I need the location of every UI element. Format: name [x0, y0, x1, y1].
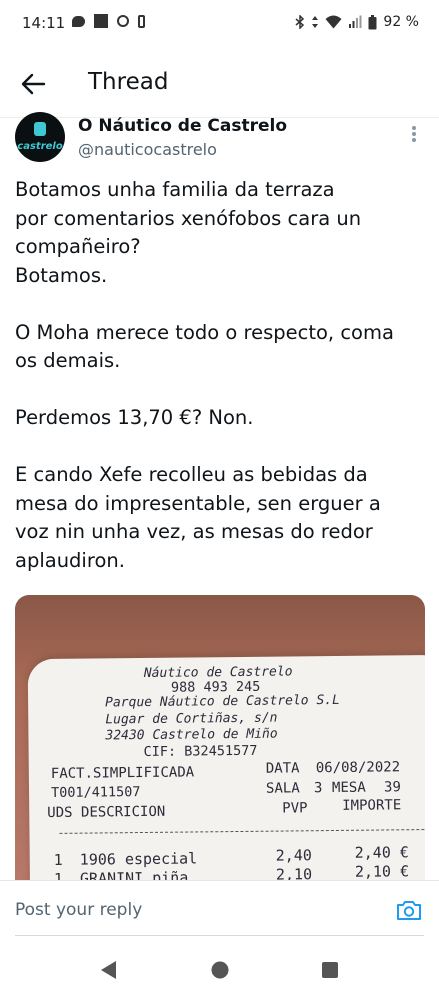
- tweet-text: Botamos unha familia da terraza por come…: [15, 176, 425, 604]
- triangle-back-icon[interactable]: [99, 959, 119, 981]
- reply-input[interactable]: Post your reply: [15, 900, 142, 920]
- bluetooth-icon: [295, 15, 305, 29]
- receipt-mesa: 39: [383, 779, 401, 796]
- data-arrows-icon: [312, 16, 319, 28]
- author-name[interactable]: O Náutico de Castrelo: [78, 116, 287, 136]
- tweet-line: Botamos.: [15, 263, 108, 287]
- wifi-icon: [325, 15, 342, 29]
- receipt-doc-type: FACT.SIMPLIFICADA: [50, 764, 195, 782]
- message-notification-icon: [72, 15, 85, 27]
- receipt-item-importe: 2,10 €: [354, 862, 410, 881]
- tweet-line: aplaudiron.: [15, 548, 125, 572]
- receipt-item-desc: 1906 especial: [79, 849, 198, 869]
- receipt-item-uds: 1: [53, 850, 63, 869]
- receipt-col-pvp: PVP: [282, 800, 308, 817]
- tweet-line: por comentarios xenófobos cara un: [15, 206, 362, 230]
- status-bar: 14:11 92 %: [0, 0, 439, 48]
- system-icons: 92 %: [295, 14, 419, 30]
- notification-icons: [72, 14, 145, 28]
- tweet-line: voz nin unha vez, as mesas do redor: [15, 520, 373, 543]
- reply-underline: [15, 935, 424, 936]
- avatar-logo-text: castrelo: [17, 141, 63, 152]
- reply-bar: Post your reply: [0, 880, 439, 939]
- camera-icon[interactable]: [396, 899, 422, 921]
- logo-mark-icon: [34, 122, 46, 136]
- tweet-paragraph: Perdemos 13,70 €? Non.: [15, 404, 425, 433]
- status-time: 14:11: [22, 14, 66, 32]
- tweet-line: os demais.: [15, 349, 121, 372]
- receipt-date-label: DATA: [265, 760, 300, 777]
- signal-icon: [349, 15, 362, 28]
- tweet-line: compañeiro?: [15, 235, 141, 258]
- tweet-line: mesa do impresentable, sen erguer a: [15, 491, 381, 515]
- author-handle[interactable]: @nauticocastrelo: [78, 140, 217, 159]
- tweet-line: Botamos unha familia da terraza: [15, 178, 335, 201]
- tweet-paragraph: O Moha merece todo o respecto, coma os d…: [15, 319, 425, 376]
- receipt-address1: Lugar de Cortiñas, s/n: [105, 710, 278, 728]
- receipt-item-pvp: 2,40: [275, 846, 312, 865]
- receipt-date: 06/08/2022: [315, 759, 401, 777]
- receipt-cif: CIF: B32451577: [143, 742, 258, 760]
- receipt-divider: [59, 828, 425, 834]
- receipt-col-importe: IMPORTE: [342, 797, 402, 814]
- tweet-line: E cando Xefe recolleu as bebidas da: [15, 463, 368, 486]
- battery-icon: [368, 14, 377, 29]
- avatar[interactable]: castrelo: [15, 112, 65, 162]
- navigation-bar: [0, 945, 439, 1000]
- receipt-address2: 32430 Castrelo de Miño: [105, 726, 278, 744]
- settings-notification-icon: [117, 15, 129, 27]
- receipt-sala-label: SALA: [265, 780, 300, 797]
- receipt-company: Parque Náutico de Castrelo S.L: [105, 692, 340, 711]
- battery-saver-icon: [138, 14, 145, 28]
- receipt-ticket: T001/411507: [50, 784, 141, 801]
- receipt-mesa-label: MESA: [331, 779, 366, 797]
- app-header: Thread: [0, 48, 439, 118]
- receipt-col-uds-desc: UDS DESCRICION: [47, 803, 166, 822]
- tweet-line: Perdemos 13,70 €? Non.: [15, 406, 254, 429]
- receipt: Náutico de Castrelo 988 493 245 Parque N…: [27, 654, 425, 895]
- tweet-photo[interactable]: Náutico de Castrelo 988 493 245 Parque N…: [15, 595, 425, 895]
- circle-home-icon[interactable]: [210, 959, 230, 981]
- app-notification-icon: [94, 14, 108, 28]
- receipt-sala: 3: [313, 780, 323, 797]
- square-recents-icon[interactable]: [320, 959, 340, 981]
- arrow-left-icon[interactable]: [18, 68, 50, 100]
- tweet-paragraph: Botamos unha familia da terraza por come…: [15, 176, 425, 290]
- battery-percent: 92 %: [383, 14, 419, 30]
- tweet-line: O Moha merece todo o respecto, coma: [15, 320, 394, 344]
- tweet-paragraph: E cando Xefe recolleu as bebidas da mesa…: [15, 461, 425, 575]
- receipt-item-importe: 2,40 €: [354, 843, 409, 862]
- more-vertical-icon[interactable]: [406, 124, 422, 146]
- page-title: Thread: [88, 69, 169, 95]
